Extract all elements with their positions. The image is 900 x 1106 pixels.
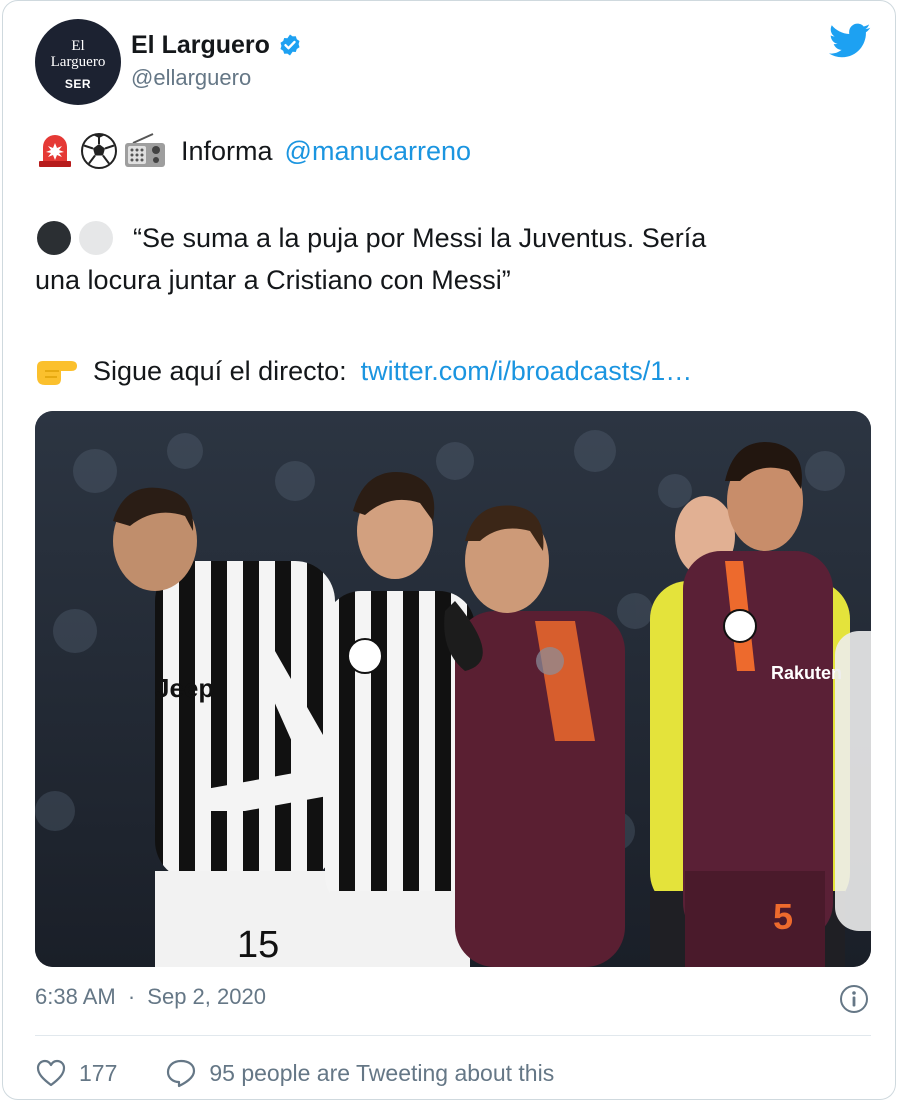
divider — [35, 1035, 871, 1036]
tweet-text-informa: Informa — [181, 135, 273, 166]
mention-link[interactable]: @manucarreno — [285, 136, 472, 167]
tweet-photo[interactable]: Jeep 15 Rakuten 5 — [35, 411, 871, 967]
reply-button[interactable]: 95 people are Tweeting about this — [165, 1058, 554, 1088]
tweeting-about-label: 95 people are Tweeting about this — [209, 1059, 555, 1086]
jersey-number-right: 5 — [773, 896, 793, 937]
tweet-line-2: “Se suma a la puja por Messi la Juventus… — [35, 219, 706, 257]
author-row: El Larguero — [131, 29, 302, 61]
tweet-line-3: una locura juntar a Cristiano con Messi” — [35, 265, 511, 296]
comment-bubble-icon — [167, 1059, 196, 1088]
tweet-quote-line-1: “Se suma a la puja por Messi la Juventus… — [133, 222, 707, 253]
tweet-timestamp[interactable]: 6:38 AM · Sep 2, 2020 — [35, 984, 266, 1010]
radio-icon — [125, 133, 165, 167]
timestamp-separator: · — [127, 984, 136, 1009]
soccer-ball-icon — [81, 133, 117, 169]
tweet-date: Sep 2, 2020 — [147, 984, 266, 1009]
like-count: 177 — [79, 1059, 118, 1086]
white-circle-icon — [79, 221, 113, 255]
like-button[interactable]: 177 — [35, 1058, 117, 1088]
tweet-time: 6:38 AM — [35, 984, 116, 1009]
verified-badge-icon — [280, 34, 300, 56]
avatar-text-line2: Larguero — [50, 54, 106, 70]
tweet-line-1: Informa @manucarreno — [35, 131, 471, 171]
jersey-text-left: Jeep — [155, 673, 214, 703]
avatar-text-line1: El — [71, 38, 85, 54]
author-handle[interactable]: @ellarguero — [131, 65, 251, 91]
pointing-right-icon — [37, 361, 77, 385]
twitter-bird-icon[interactable] — [829, 23, 871, 59]
jersey-number-left: 15 — [237, 924, 279, 966]
rotating-light-icon — [39, 135, 71, 167]
tweet-text-sigue: Sigue aquí el directo: — [93, 355, 347, 386]
avatar-text-line3: SER — [64, 77, 92, 91]
black-circle-icon — [37, 221, 71, 255]
broadcast-link[interactable]: twitter.com/i/broadcasts/1… — [361, 356, 693, 387]
avatar[interactable]: El Larguero SER — [35, 19, 121, 105]
author-name[interactable]: El Larguero — [131, 31, 270, 60]
tweet-actions: 177 95 people are Tweeting about this — [35, 1053, 554, 1093]
tweet-quote-line-2: una locura juntar a Cristiano con Messi” — [35, 265, 511, 295]
info-icon[interactable] — [839, 984, 869, 1014]
tweet-line-4: Sigue aquí el directo: twitter.com/i/bro… — [35, 353, 692, 389]
heart-icon — [36, 1059, 66, 1087]
tweet-card: El Larguero SER El Larguero @ellarguero — [2, 0, 896, 1100]
jersey-text-right: Rakuten — [771, 663, 842, 683]
photo-illustration: Jeep 15 Rakuten 5 — [35, 411, 871, 967]
